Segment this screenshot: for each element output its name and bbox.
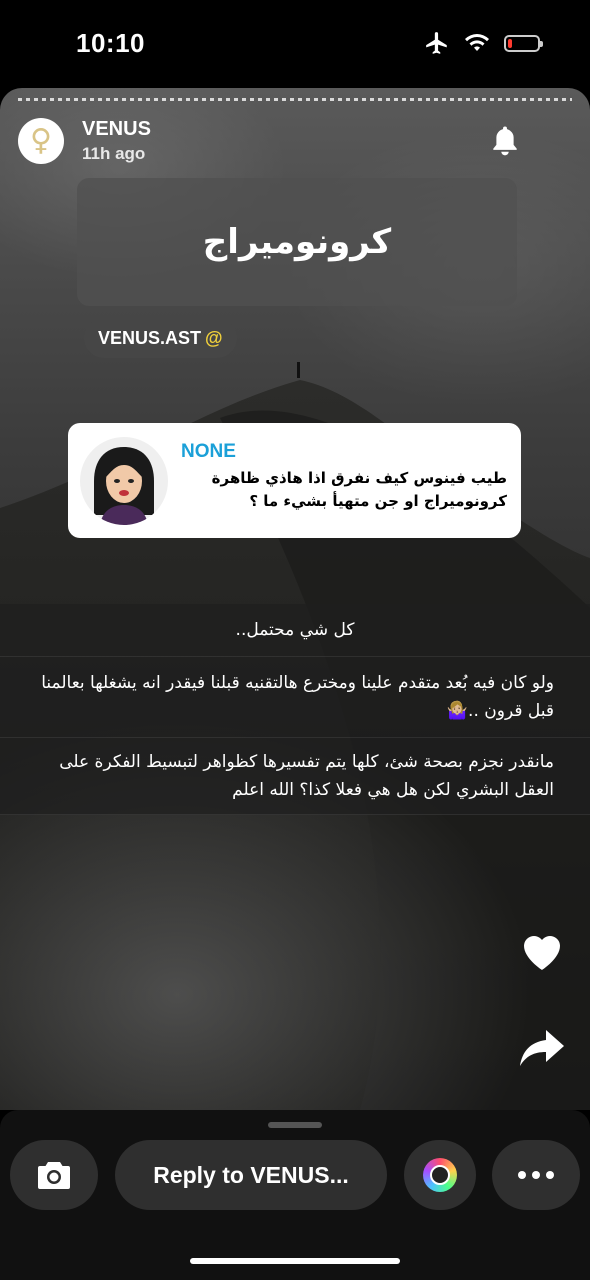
lens-icon (423, 1158, 457, 1192)
question-card[interactable]: NONE طيب فينوس كيف نفرق اذا هاذي ظاهرة ك… (68, 423, 521, 538)
mention-sticker[interactable]: VENUS.AST @ (84, 318, 237, 358)
heart-icon[interactable] (518, 928, 566, 972)
answer-caption: كل شي محتمل.. (0, 604, 590, 657)
story-title-card: كرونوميراج (77, 178, 517, 306)
status-icons (424, 30, 543, 56)
username[interactable]: VENUS (82, 118, 151, 141)
home-indicator (190, 1258, 400, 1264)
question-text: طيب فينوس كيف نفرق اذا هاذي ظاهرة كرونوم… (211, 469, 507, 510)
story-view[interactable]: ♀ VENUS 11h ago كرونوميراج VENUS.AST @ N… (0, 88, 590, 1110)
more-button[interactable] (492, 1140, 580, 1210)
story-progress-bar (18, 98, 572, 101)
answer-caption: ولو كان فيه بُعد متقدم علينا ومخترع هالت… (0, 657, 590, 738)
question-avatar (80, 437, 168, 525)
lens-button[interactable] (404, 1140, 476, 1210)
question-name: NONE (181, 441, 236, 462)
bell-icon[interactable] (490, 124, 520, 156)
story-title: كرونوميراج (202, 222, 392, 262)
mention-at-symbol: @ (205, 327, 223, 348)
camera-button[interactable] (10, 1140, 98, 1210)
airplane-icon (426, 32, 447, 54)
camera-icon (38, 1162, 70, 1189)
venus-icon: ♀ (30, 123, 52, 158)
answer-caption: مانقدر نجزم بصحة شئ، كلها يتم تفسيرها كظ… (0, 738, 590, 815)
answer-captions: كل شي محتمل.. ولو كان فيه بُعد متقدم علي… (0, 604, 590, 815)
bottom-bar: Reply to VENUS... (0, 1110, 590, 1280)
drag-handle[interactable] (268, 1122, 322, 1128)
status-bar: 10:10 (0, 0, 590, 90)
avatar[interactable]: ♀ (18, 118, 64, 164)
status-time: 10:10 (76, 28, 145, 58)
time-ago: 11h ago (82, 144, 146, 163)
reply-input[interactable]: Reply to VENUS... (115, 1140, 387, 1210)
wifi-icon (465, 34, 489, 51)
mention-handle: VENUS.AST (98, 327, 202, 348)
share-icon[interactable] (518, 1028, 566, 1068)
battery-icon (504, 34, 543, 52)
